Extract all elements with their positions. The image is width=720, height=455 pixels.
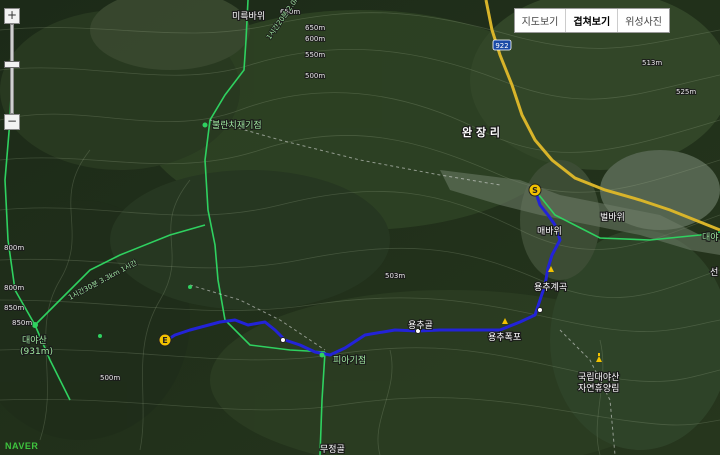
map-type-switcher: 지도보기 겹쳐보기 위성사진 xyxy=(513,8,670,33)
end-marker[interactable]: E xyxy=(158,333,172,347)
svg-text:S: S xyxy=(532,186,538,195)
svg-text:850m: 850m xyxy=(12,319,32,327)
label-wanjangri: 완 장 리 xyxy=(462,125,500,139)
naver-logo: NAVER xyxy=(5,441,39,451)
label-beolbawi: 벌바위 xyxy=(600,212,625,223)
label-park-2: 자연휴양림 xyxy=(578,382,619,394)
label-bulranchi: 불란치재기점 xyxy=(212,119,262,131)
svg-text:800m: 800m xyxy=(4,284,24,292)
svg-text:650m: 650m xyxy=(305,24,325,32)
map-view[interactable]: S E 922 미륵바위 불란치재기점 완 장 리 벌바위 매바위 용추계곡 용… xyxy=(0,0,720,455)
label-yongchu-gyegok: 용추계곡 xyxy=(534,281,567,293)
svg-text:922: 922 xyxy=(495,42,508,50)
zoom-slider[interactable] xyxy=(4,24,20,114)
map-type-map[interactable]: 지도보기 xyxy=(515,9,567,32)
svg-text:E: E xyxy=(162,336,167,345)
start-marker[interactable]: S xyxy=(528,183,542,197)
svg-text:500m: 500m xyxy=(305,72,325,80)
label-park-1: 국립대야산 xyxy=(578,372,619,383)
svg-text:550m: 550m xyxy=(305,51,325,59)
label-pi-gijeom: 피아기점 xyxy=(333,354,366,366)
road-shield-922: 922 xyxy=(492,39,512,51)
svg-text:513m: 513m xyxy=(642,59,662,67)
svg-text:503m: 503m xyxy=(385,272,405,280)
label-right-cut2: 선 xyxy=(710,267,718,278)
map-type-overlay[interactable]: 겹쳐보기 xyxy=(566,9,619,32)
svg-text:600m: 600m xyxy=(305,35,325,43)
zoom-control: + − xyxy=(4,8,20,130)
label-yongchu-pokpo: 용추폭포 xyxy=(488,332,521,343)
label-daeyasan-elev: (931m) xyxy=(20,347,53,357)
label-maebawi: 매바위 xyxy=(537,226,562,237)
label-yongchugol: 용추골 xyxy=(408,320,433,331)
zoom-out-button[interactable]: − xyxy=(4,114,20,130)
label-mujeonggol: 무정골 xyxy=(320,444,345,455)
svg-text:500m: 500m xyxy=(100,374,120,382)
svg-text:850m: 850m xyxy=(4,304,24,312)
zoom-in-button[interactable]: + xyxy=(4,8,20,24)
label-daeyasan: 대야산 xyxy=(22,335,47,346)
svg-text:525m: 525m xyxy=(676,88,696,96)
zoom-track xyxy=(10,24,14,114)
satellite-map: S E 922 미륵바위 불란치재기점 완 장 리 벌바위 매바위 용추계곡 용… xyxy=(0,0,720,455)
zoom-slider-handle[interactable] xyxy=(4,61,20,69)
map-type-satellite[interactable]: 위성사진 xyxy=(618,9,669,32)
label-right-cut: 대야 xyxy=(702,232,719,243)
svg-text:800m: 800m xyxy=(4,244,24,252)
label-mireukbawi: 미륵바위 xyxy=(232,11,265,22)
